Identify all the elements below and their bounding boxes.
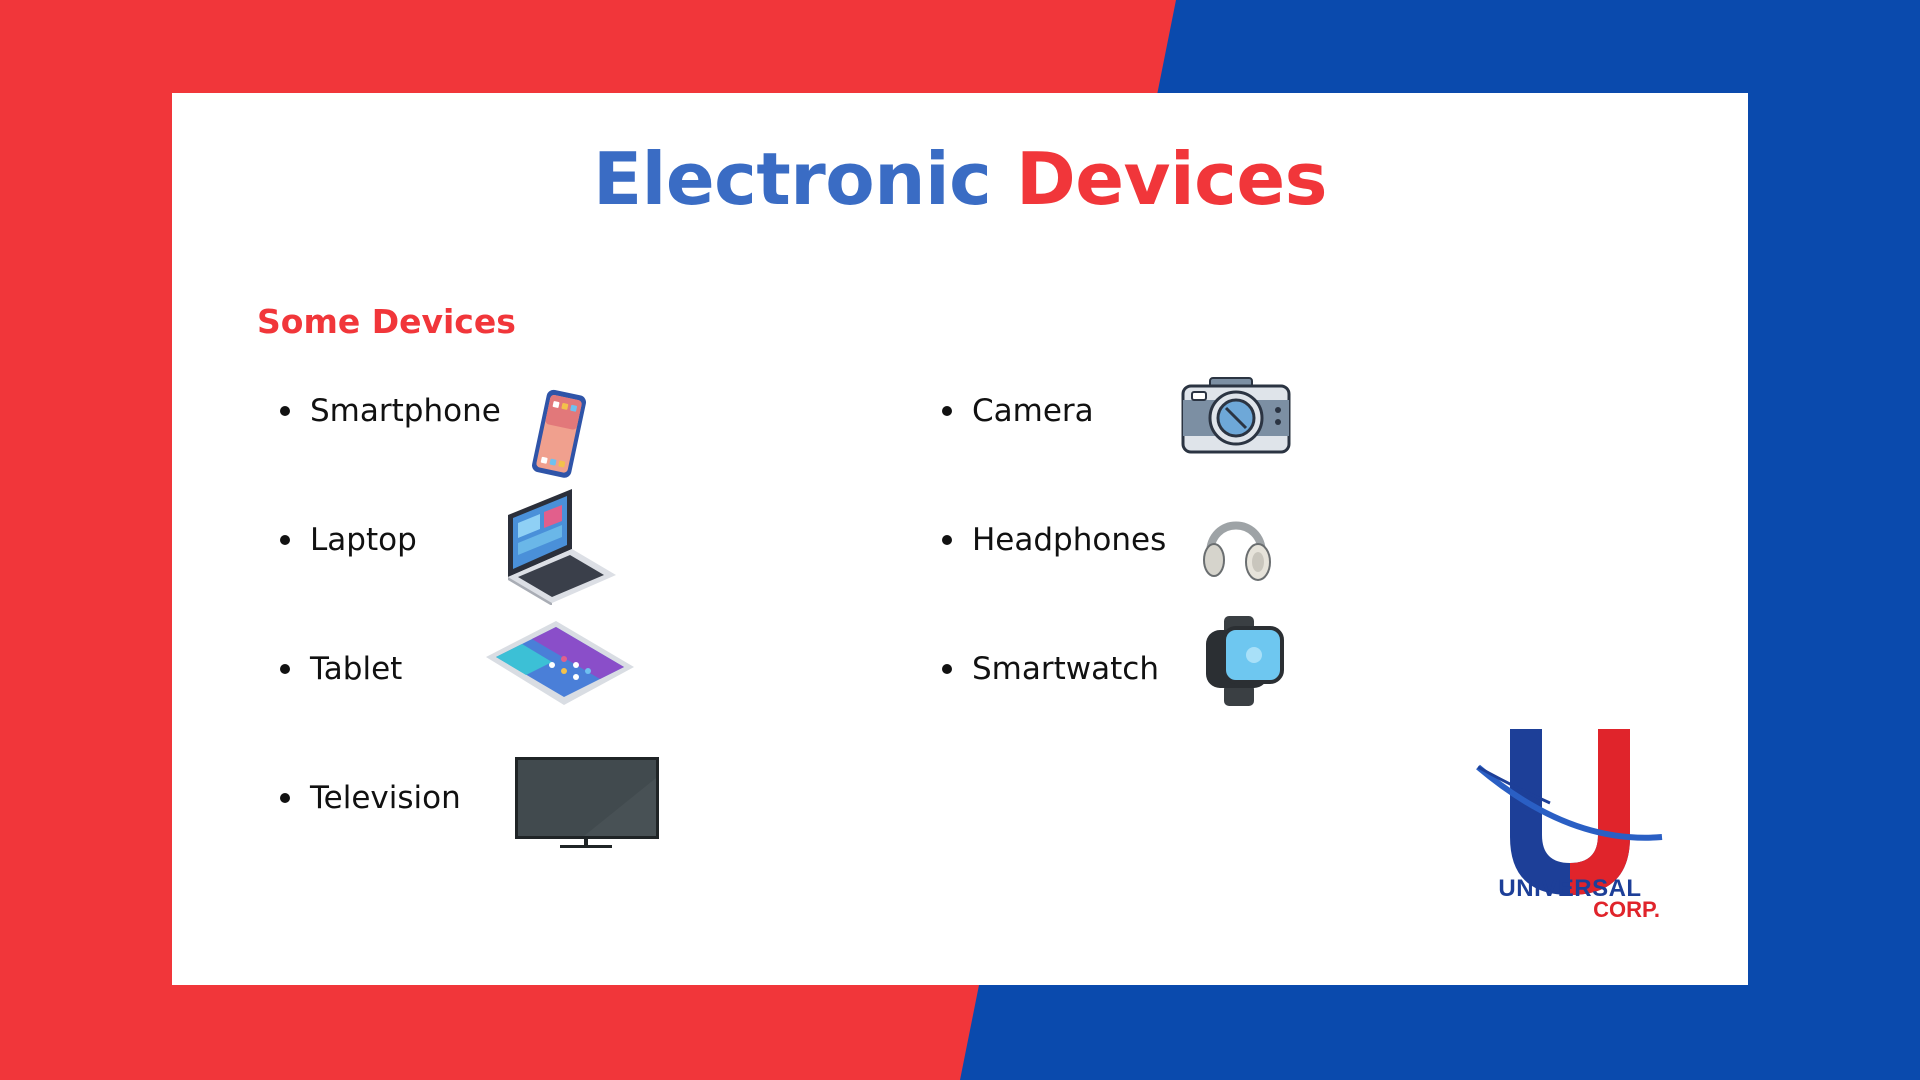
list-item-television: Television	[280, 778, 461, 818]
list-item-smartwatch: Smartwatch	[942, 649, 1159, 689]
list-item-label: Headphones	[972, 522, 1167, 558]
title-word-devices: Devices	[1015, 137, 1328, 221]
bullet	[280, 406, 290, 416]
bullet	[942, 664, 952, 674]
logo-text-corp: CORP.	[1593, 897, 1660, 922]
camera-icon	[1181, 377, 1291, 454]
title-word-electronic: Electronic	[592, 137, 992, 221]
list-item-laptop: Laptop	[280, 520, 417, 560]
laptop-icon	[508, 489, 616, 605]
bullet	[280, 535, 290, 545]
bullet	[942, 406, 952, 416]
tablet-icon	[486, 621, 634, 705]
list-item-label: Television	[310, 780, 461, 816]
bullet	[280, 664, 290, 674]
bullet	[280, 793, 290, 803]
list-item-tablet: Tablet	[280, 649, 403, 689]
television-icon	[515, 757, 659, 848]
smartwatch-icon	[1206, 616, 1284, 706]
smartphone-icon	[532, 389, 587, 478]
list-item-label: Camera	[972, 393, 1094, 429]
bullet	[942, 535, 952, 545]
list-item-label: Laptop	[310, 522, 417, 558]
list-item-label: Smartwatch	[972, 651, 1159, 687]
section-subtitle: Some Devices	[257, 302, 516, 341]
page-title: Electronic Devices	[0, 136, 1920, 222]
list-item-headphones: Headphones	[942, 520, 1167, 560]
list-item-camera: Camera	[942, 391, 1094, 431]
list-item-label: Smartphone	[310, 393, 501, 429]
list-item-label: Tablet	[310, 651, 403, 687]
list-item-smartphone: Smartphone	[280, 391, 501, 431]
headphones-icon	[1203, 521, 1271, 581]
